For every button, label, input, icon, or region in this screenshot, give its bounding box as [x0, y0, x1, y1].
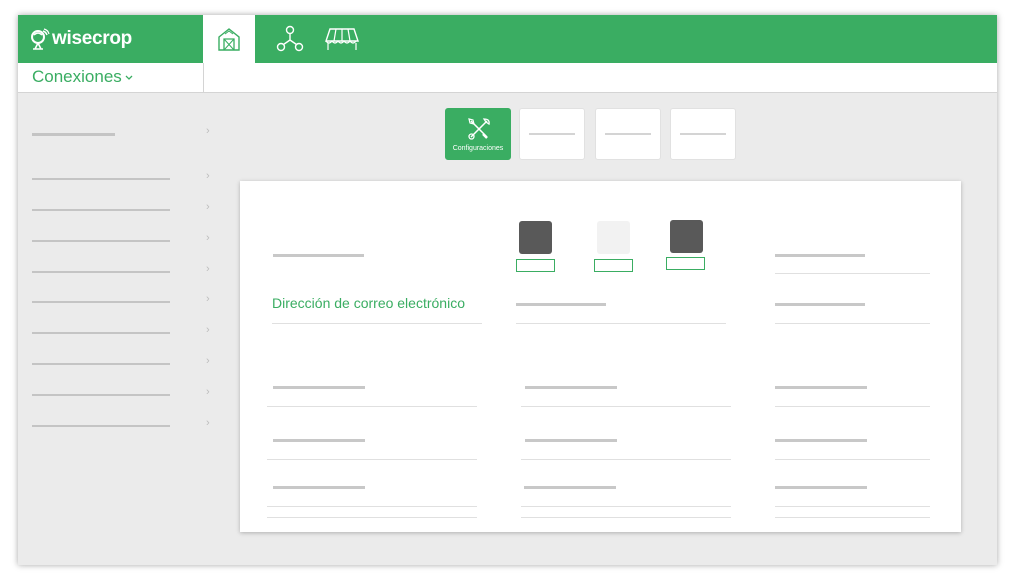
text-field[interactable]: [267, 506, 477, 507]
text-field[interactable]: [521, 459, 731, 460]
settings-card: Dirección de correo electrónico: [240, 181, 961, 532]
section-title: Conexiones: [32, 67, 122, 86]
sidebar-item[interactable]: ›: [32, 324, 210, 340]
sidebar-item[interactable]: ›: [32, 125, 210, 141]
text-field[interactable]: [516, 323, 726, 324]
swatch-button[interactable]: [594, 259, 633, 272]
chevron-down-icon: [125, 75, 133, 80]
field-value-placeholder: [273, 386, 365, 389]
tab-placeholder[interactable]: [595, 108, 661, 160]
chevron-right-icon: ›: [206, 293, 210, 305]
sidebar-item-placeholder: [32, 209, 170, 211]
field-value-placeholder: [775, 486, 867, 489]
field-value-placeholder: [775, 386, 867, 389]
tab-placeholder-line: [680, 133, 726, 135]
brand-name: wisecrop: [52, 28, 132, 49]
swatch-button[interactable]: [666, 257, 705, 270]
chevron-right-icon: ›: [206, 324, 210, 336]
tab-configuraciones[interactable]: Configuraciones: [445, 108, 511, 160]
nav-tab-greenhouse[interactable]: [316, 15, 368, 63]
field-value-placeholder: [524, 486, 616, 489]
sidebar-item-placeholder: [32, 133, 115, 136]
sidebar-item-placeholder: [32, 394, 170, 396]
sidebar-item-placeholder: [32, 301, 170, 303]
field-value-placeholder: [775, 439, 867, 442]
text-field[interactable]: [521, 506, 731, 507]
field-value-placeholder: [273, 439, 365, 442]
field-value-placeholder: [273, 486, 365, 489]
tab-placeholder-line: [529, 133, 575, 135]
text-field[interactable]: [775, 406, 930, 407]
chevron-right-icon: ›: [206, 386, 210, 398]
farm-house-icon: [218, 28, 240, 51]
sidebar-item[interactable]: ›: [32, 293, 210, 309]
sidebar-item-placeholder: [32, 178, 170, 180]
sidebar-item[interactable]: ›: [32, 417, 210, 433]
color-swatch-dark[interactable]: [670, 220, 703, 253]
field-underline: [775, 273, 930, 274]
field-label-placeholder: [775, 254, 865, 257]
color-swatch-dark[interactable]: [519, 221, 552, 254]
field-label-placeholder: [273, 254, 364, 257]
nav-tab-network[interactable]: [264, 15, 316, 63]
section-header-bar: Conexiones: [18, 63, 997, 93]
field-value-placeholder: [775, 303, 865, 306]
chevron-right-icon: ›: [206, 263, 210, 275]
chevron-right-icon: ›: [206, 417, 210, 429]
network-nodes-icon: [276, 25, 304, 52]
text-field[interactable]: [267, 406, 477, 407]
sidebar-item[interactable]: ›: [32, 263, 210, 279]
chevron-right-icon: ›: [206, 201, 210, 213]
text-field[interactable]: [775, 459, 930, 460]
text-field[interactable]: [521, 406, 731, 407]
sidebar-item-placeholder: [32, 271, 170, 273]
tab-placeholder[interactable]: [670, 108, 736, 160]
sidebar-item[interactable]: ›: [32, 201, 210, 217]
text-field[interactable]: [267, 459, 477, 460]
sidebar-item-placeholder: [32, 363, 170, 365]
subbar-divider: [203, 63, 204, 93]
text-field[interactable]: [775, 323, 930, 324]
swatch-button[interactable]: [516, 259, 555, 272]
sidebar-item[interactable]: ›: [32, 232, 210, 248]
field-value-placeholder: [525, 439, 617, 442]
tab-placeholder-line: [605, 133, 651, 135]
tools-icon: [468, 118, 490, 140]
sidebar-item[interactable]: ›: [32, 355, 210, 371]
greenhouse-icon: [325, 28, 359, 50]
email-field[interactable]: [272, 323, 482, 324]
text-field[interactable]: [521, 517, 731, 518]
chevron-right-icon: ›: [206, 232, 210, 244]
tab-placeholder[interactable]: [519, 108, 585, 160]
sidebar-item[interactable]: ›: [32, 170, 210, 186]
section-dropdown[interactable]: Conexiones: [32, 67, 133, 87]
app-window: wisecrop Conexiones › › › › › › › › › › …: [18, 15, 997, 565]
email-field-label: Dirección de correo electrónico: [272, 295, 465, 311]
nav-tab-farm[interactable]: [203, 15, 255, 63]
tab-configuraciones-label: Configuraciones: [452, 145, 504, 152]
field-value-placeholder: [516, 303, 606, 306]
text-field[interactable]: [775, 506, 930, 507]
brand-logo[interactable]: wisecrop: [30, 26, 132, 52]
sidebar-item-placeholder: [32, 332, 170, 334]
text-field[interactable]: [267, 517, 477, 518]
sidebar-item[interactable]: ›: [32, 386, 210, 402]
text-field[interactable]: [775, 517, 930, 518]
chevron-right-icon: ›: [206, 170, 210, 182]
chevron-right-icon: ›: [206, 125, 210, 137]
sidebar-item-placeholder: [32, 240, 170, 242]
top-navigation-bar: wisecrop: [18, 15, 997, 63]
satellite-dish-icon: [31, 28, 50, 50]
color-swatch-light[interactable]: [597, 221, 630, 254]
field-value-placeholder: [525, 386, 617, 389]
sidebar-item-placeholder: [32, 425, 170, 427]
chevron-right-icon: ›: [206, 355, 210, 367]
